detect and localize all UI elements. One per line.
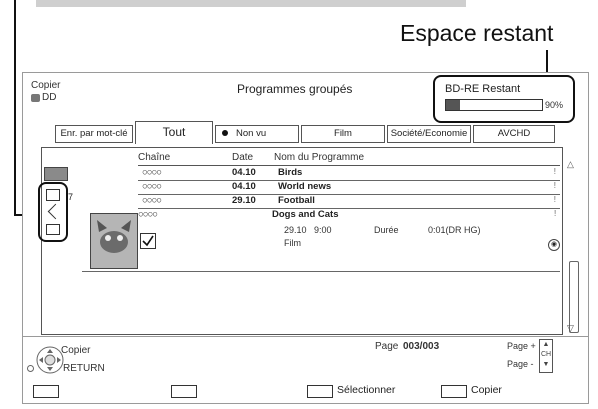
channel-up-down-icon[interactable]: ▲ CH ▼ bbox=[539, 339, 553, 373]
tab-society-economy[interactable]: Société/Economie bbox=[387, 125, 471, 143]
hdd-icon bbox=[31, 93, 40, 102]
tab-all[interactable]: Tout bbox=[135, 121, 213, 144]
page-minus-label: Page - bbox=[507, 359, 534, 369]
tv-screen-panel: Copier DD Programmes groupés BD-RE Resta… bbox=[22, 72, 589, 404]
device-label: DD bbox=[42, 92, 57, 103]
table-row[interactable]: ○○○○ 04.10 World news ! bbox=[138, 181, 560, 195]
category-tabs: Enr. par mot-clé Tout Non vu Film Sociét… bbox=[55, 121, 595, 144]
column-name: Nom du Programme bbox=[274, 152, 365, 163]
icon-group-highlight bbox=[38, 182, 68, 242]
header-divider bbox=[138, 165, 560, 166]
duration-label: Durée bbox=[374, 225, 399, 235]
tab-unwatched[interactable]: Non vu bbox=[215, 125, 299, 143]
tab-avchd[interactable]: AVCHD bbox=[473, 125, 555, 143]
programme-thumbnail bbox=[44, 167, 68, 181]
column-date: Date bbox=[232, 152, 254, 163]
copy-label: Copier bbox=[471, 384, 502, 396]
checkmark-icon bbox=[142, 235, 154, 247]
remaining-space-highlight bbox=[433, 75, 575, 123]
blue-button[interactable] bbox=[441, 385, 467, 398]
tab-film[interactable]: Film bbox=[301, 125, 385, 143]
info-icon: ! bbox=[553, 195, 556, 204]
protected-icon: ◉ bbox=[548, 239, 560, 251]
group-genre: Film bbox=[284, 238, 301, 248]
top-caption-strip bbox=[36, 0, 466, 7]
info-icon: ! bbox=[553, 181, 556, 190]
return-dot-icon bbox=[27, 365, 34, 372]
group-row[interactable]: ○○○○ Dogs and Cats ! 29.10 9:00 Durée 0:… bbox=[82, 209, 560, 272]
group-thumbnail bbox=[90, 213, 138, 269]
red-button[interactable] bbox=[33, 385, 59, 398]
cat-thumbnail-image bbox=[91, 214, 137, 268]
page-plus-label: Page + bbox=[507, 341, 536, 351]
group-channel: ○○○○ bbox=[138, 209, 158, 220]
info-icon: ! bbox=[554, 209, 557, 218]
select-label: Sélectionner bbox=[337, 384, 396, 396]
tab-keyword[interactable]: Enr. par mot-clé bbox=[55, 125, 133, 143]
select-checkbox[interactable] bbox=[140, 233, 156, 249]
row-marker: 7 bbox=[68, 192, 74, 202]
green-button[interactable] bbox=[171, 385, 197, 398]
nav-return-label: RETURN bbox=[63, 363, 105, 374]
table-row[interactable]: ○○○○ 29.10 Football ! bbox=[138, 195, 560, 209]
device-indicator: DD bbox=[31, 92, 56, 103]
group-date: 29.10 bbox=[284, 225, 307, 235]
programme-list: Chaîne Date Nom du Programme 7 ○○○○ 04.1… bbox=[38, 147, 563, 335]
icon-group-leader-line bbox=[14, 0, 16, 215]
yellow-button[interactable] bbox=[307, 385, 333, 398]
scroll-down-icon[interactable]: ▽ bbox=[567, 323, 574, 334]
page-value: 003/003 bbox=[403, 341, 440, 352]
info-icon: ! bbox=[553, 167, 556, 176]
page-label: Page bbox=[375, 341, 399, 352]
section-title: Programmes groupés bbox=[237, 82, 353, 96]
group-time: 9:00 bbox=[314, 225, 332, 235]
table-row[interactable]: ○○○○ 04.10 Birds ! bbox=[138, 167, 560, 181]
nav-copy-label: Copier bbox=[61, 345, 91, 356]
unwatched-dot-icon bbox=[222, 130, 228, 137]
tab-unwatched-label: Non vu bbox=[236, 128, 267, 139]
callout-title: Espace restant bbox=[400, 20, 554, 46]
group-title: Dogs and Cats bbox=[272, 209, 339, 220]
column-channel: Chaîne bbox=[138, 152, 171, 163]
copy-mode-label: Copier bbox=[31, 80, 61, 91]
footer-divider bbox=[23, 336, 588, 337]
scroll-up-icon[interactable]: △ bbox=[567, 159, 574, 170]
duration-value: 0:01(DR HG) bbox=[428, 225, 481, 235]
